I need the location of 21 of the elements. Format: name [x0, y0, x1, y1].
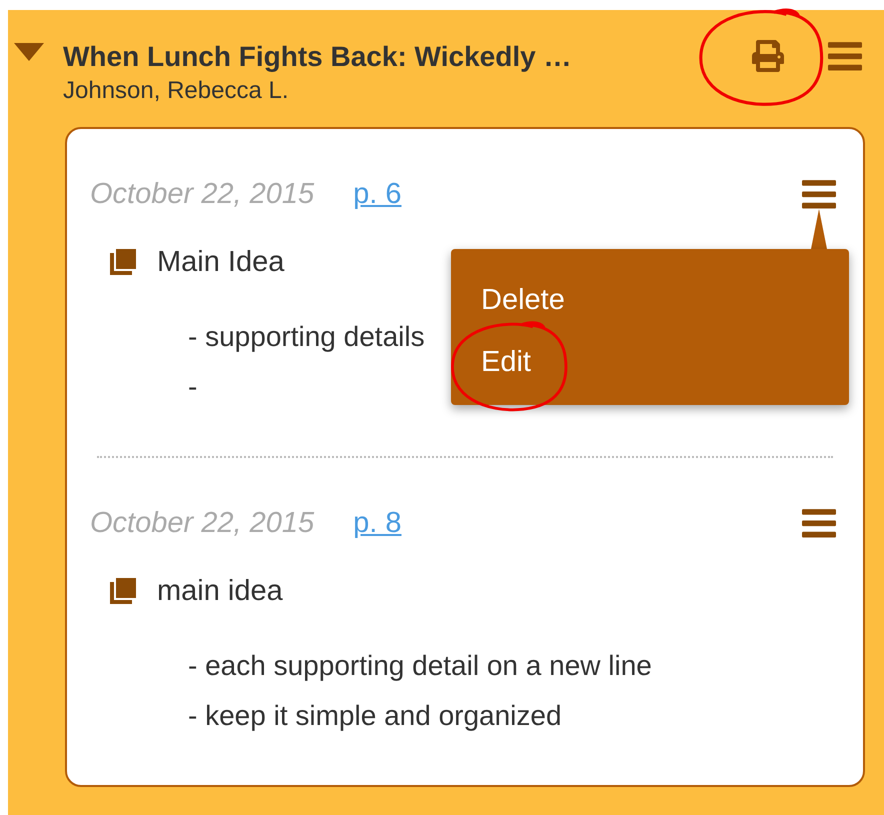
print-button[interactable]: [752, 40, 784, 72]
detail-line: - each supporting detail on a new line: [188, 649, 652, 683]
collapse-icon[interactable]: [14, 43, 44, 61]
page-link[interactable]: p. 6: [353, 173, 402, 216]
detail-line: - supporting details: [188, 320, 425, 354]
detail-line: - keep it simple and organized: [188, 699, 562, 733]
main-idea: Main Idea: [157, 244, 284, 280]
note-date: October 22, 2015: [90, 177, 314, 212]
detail-line: -: [188, 370, 198, 404]
note-date: October 22, 2015: [90, 506, 314, 541]
menu-icon[interactable]: [828, 40, 862, 72]
page-link[interactable]: p. 8: [353, 502, 402, 546]
menu-icon[interactable]: [802, 508, 836, 540]
book-icon: [110, 578, 136, 604]
menu-icon[interactable]: [802, 179, 836, 210]
book-icon: [110, 249, 136, 276]
book-title: When Lunch Fights Back: Wickedly …: [63, 40, 572, 74]
menu-item[interactable]: Delete: [451, 269, 849, 331]
main-idea: main idea: [157, 574, 283, 608]
menu-item[interactable]: Edit: [451, 331, 849, 393]
book-author: Johnson, Rebecca L.: [63, 76, 290, 106]
